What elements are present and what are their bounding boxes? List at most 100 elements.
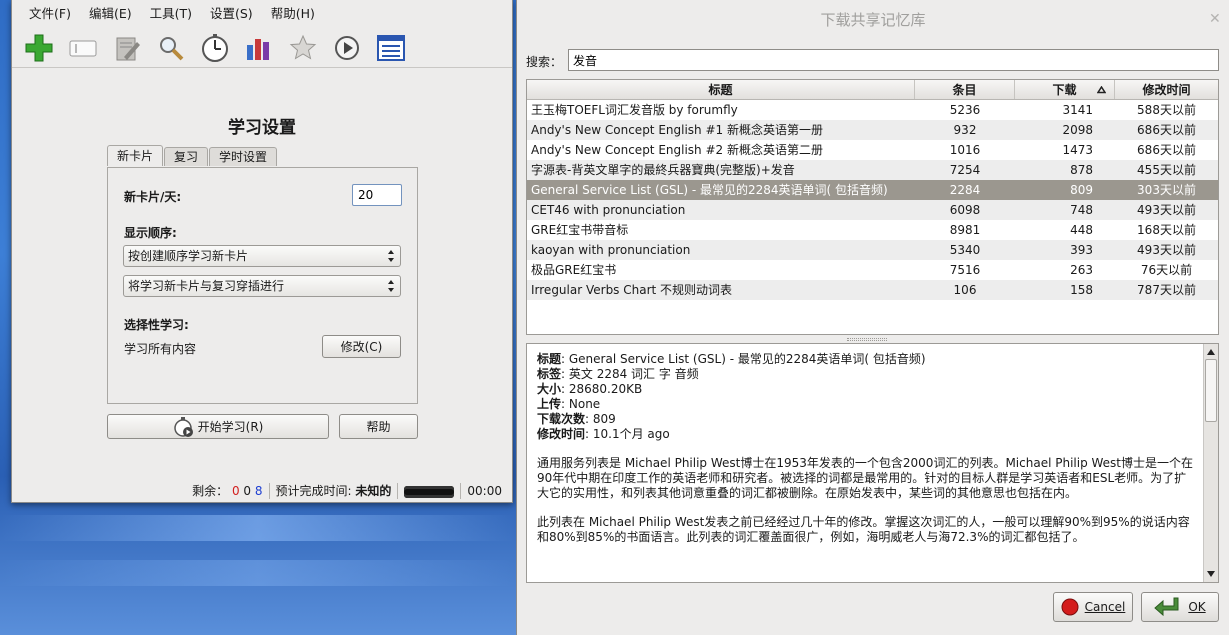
cell-title: kaoyan with pronunciation [531,243,691,257]
edit-icon[interactable] [112,33,142,63]
start-study-button[interactable]: 开始学习(R) [107,414,329,439]
card-icon[interactable] [68,33,98,63]
menu-help[interactable]: 帮助(H) [262,0,324,28]
updown-arrow-icon [388,280,394,292]
deck-details: 标题: General Service List (GSL) - 最常见的228… [537,352,1197,545]
stats-icon[interactable] [244,33,274,63]
detail-description-2: 此列表在 Michael Philip West发表之前已经经过几十年的修改。掌… [537,515,1190,544]
cell-downloads: 263 [1070,263,1093,277]
dialog-title: 下载共享记忆库 [820,11,926,29]
menu-tools[interactable]: 工具(T) [141,0,201,28]
cell-title: GRE红宝书带音标 [531,223,629,237]
timer-play-icon [173,416,193,437]
cell-modified: 168天以前 [1137,223,1196,237]
table-row[interactable]: General Service List (GSL) - 最常见的2284英语单… [527,180,1218,200]
detail-downloads-label: 下载次数 [537,412,586,426]
tab-session[interactable]: 学时设置 [209,147,278,166]
review-mix-select[interactable]: 将学习新卡片与复习穿插进行 [123,275,401,297]
cell-title: 极品GRE红宝书 [531,263,617,277]
cell-downloads: 1473 [1062,143,1093,157]
updown-arrow-icon [388,250,394,262]
new-card-order-select[interactable]: 按创建顺序学习新卡片 [123,245,401,267]
column-header-count[interactable]: 条目 [915,80,1015,99]
eta: 预计完成时间: 未知的 [270,482,398,500]
detail-tags-value: 英文 2284 词汇 字 音频 [568,367,699,381]
cell-count: 7516 [949,263,981,277]
table-row[interactable]: GRE红宝书带音标 8981 448 168天以前 [527,220,1218,240]
column-header-title[interactable]: 标题 [527,80,915,99]
settings-tabs: 新卡片 复习 学时设置 [107,145,278,166]
remaining-counts: 剩余： 0 0 8 [186,482,268,500]
cell-modified: 493天以前 [1137,243,1196,257]
detail-size-label: 大小 [537,382,562,396]
cell-title: Irregular Verbs Chart 不规则动词表 [531,283,733,297]
table-row[interactable]: kaoyan with pronunciation 5340 393 493天以前 [527,240,1218,260]
search-icon[interactable] [156,33,186,63]
cell-count: 106 [953,283,977,297]
table-row[interactable]: 极品GRE红宝书 7516 263 76天以前 [527,260,1218,280]
deck-details-pane: 标题: General Service List (GSL) - 最常见的228… [526,343,1219,583]
cell-modified: 686天以前 [1137,143,1196,157]
menu-settings[interactable]: 设置(S) [201,0,262,28]
cancel-icon [1061,598,1079,616]
close-icon[interactable]: ✕ [1209,12,1221,26]
table-row[interactable]: Irregular Verbs Chart 不规则动词表 106 158 787天以前 [527,280,1218,300]
help-button[interactable]: 帮助 [339,414,418,439]
cell-modified: 303天以前 [1137,183,1196,197]
cell-modified: 76天以前 [1140,263,1193,277]
tab-review[interactable]: 复习 [164,147,209,166]
table-header: 标题 条目 下载 修改时间 [527,80,1218,100]
page-title: 学习设置 [228,118,296,138]
table-row[interactable]: Andy's New Concept English #1 新概念英语第一册 93… [527,120,1218,140]
cancel-button[interactable]: Cancel [1053,592,1133,622]
menu-file[interactable]: 文件(F) [20,0,80,28]
eta-value: 未知的 [355,484,392,498]
scroll-up-icon[interactable] [1206,347,1216,357]
cancel-label: Cancel [1084,600,1126,614]
modify-button[interactable]: 修改(C) [322,335,401,358]
cell-downloads: 158 [1070,283,1093,297]
cell-count: 5340 [949,243,981,257]
cell-modified: 686天以前 [1137,123,1196,137]
cell-modified: 493天以前 [1137,203,1196,217]
add-icon[interactable] [24,33,54,63]
timer-icon[interactable] [200,33,230,63]
cell-count: 6098 [949,203,981,217]
cell-modified: 787天以前 [1137,283,1196,297]
scrollbar-thumb[interactable] [1205,359,1217,422]
review-mix-value: 将学习新卡片与复习穿插进行 [128,279,285,293]
table-row[interactable]: 字源表-背英文單字的最終兵器寶典(完整版)+发音 7254 878 455天以前 [527,160,1218,180]
detail-description-1: 通用服务列表是 Michael Philip West博士在1953年发表的一个… [537,456,1194,500]
display-order-label: 显示顺序: [124,226,177,240]
ok-button[interactable]: OK [1141,592,1219,622]
cell-title: 字源表-背英文單字的最終兵器寶典(完整版)+发音 [531,163,795,177]
session-timer: 00:00 [467,484,502,498]
column-header-modified[interactable]: 修改时间 [1115,80,1218,99]
progress-indicator [398,482,460,500]
cell-title: Andy's New Concept English #1 新概念英语第一册 [531,123,823,137]
search-input[interactable] [568,49,1219,71]
list-icon[interactable] [376,33,406,63]
cell-downloads: 809 [1070,183,1093,197]
shared-deck-table: 标题 条目 下载 修改时间 王玉梅TOEFL词汇发音版 by forumfly 5… [526,79,1219,335]
new-cards-per-day-input[interactable] [352,184,402,206]
details-scrollbar[interactable] [1203,344,1218,582]
play-icon[interactable] [332,33,362,63]
star-icon[interactable] [288,33,318,63]
scroll-down-icon[interactable] [1206,569,1216,579]
cell-count: 5236 [949,103,981,117]
tab-new-cards[interactable]: 新卡片 [107,145,164,166]
column-header-downloads[interactable]: 下载 [1015,80,1115,99]
start-study-label: 开始学习(R) [197,420,264,434]
pane-splitter[interactable] [847,338,887,341]
menu-edit[interactable]: 编辑(E) [80,0,141,28]
table-row[interactable]: 王玉梅TOEFL词汇发音版 by forumfly 5236 3141 588天以前 [527,100,1218,120]
selective-study-value: 学习所有内容 [124,342,197,356]
cell-downloads: 878 [1070,163,1093,177]
remaining-new-count: 0 [231,484,240,498]
download-shared-deck-dialog: 下载共享记忆库 ✕ 搜索： 标题 条目 下载 修改时间 王玉梅TOEFL词汇发音… [516,0,1229,635]
table-body: 王玉梅TOEFL词汇发音版 by forumfly 5236 3141 588天以前 A… [527,100,1218,300]
remaining-label: 剩余： [192,484,229,498]
table-row[interactable]: CET46 with pronunciation 6098 748 493天以前 [527,200,1218,220]
table-row[interactable]: Andy's New Concept English #2 新概念英语第二册 10… [527,140,1218,160]
